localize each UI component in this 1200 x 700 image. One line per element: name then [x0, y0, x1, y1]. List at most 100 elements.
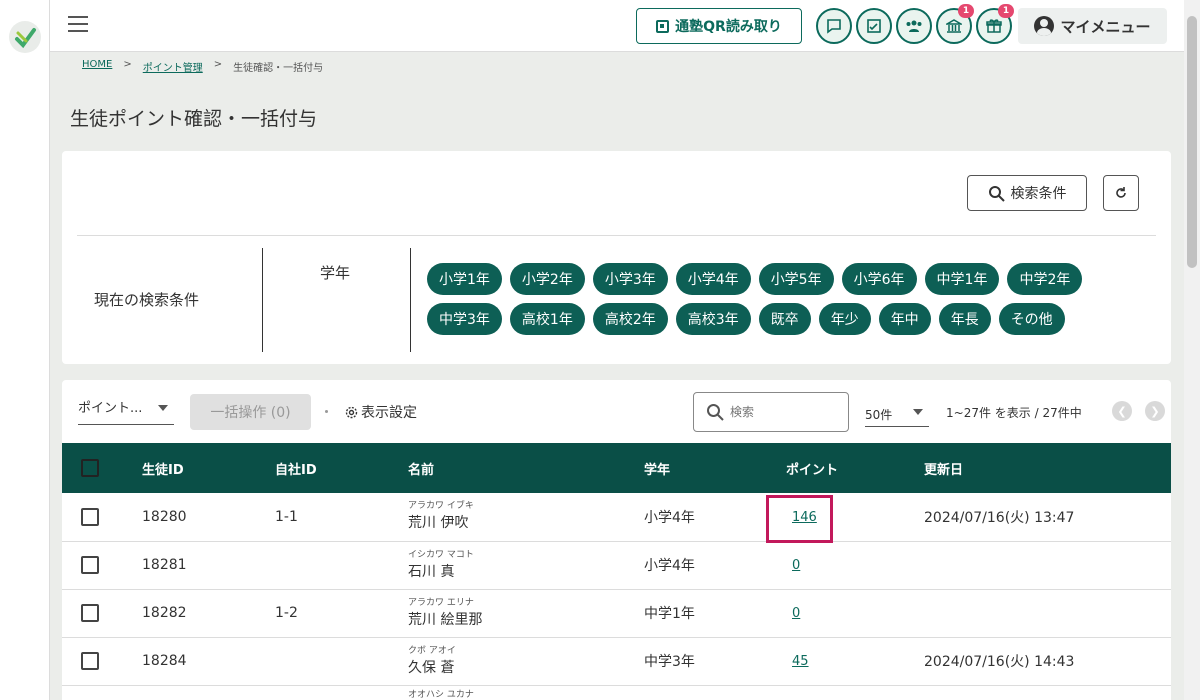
student-id-cell: 18281: [142, 557, 187, 573]
header-points[interactable]: ポイント: [771, 443, 924, 493]
qr-scan-button[interactable]: 通塾QR読み取り: [636, 8, 802, 44]
divider: [410, 248, 411, 352]
search-conditions-button[interactable]: 検索条件: [967, 175, 1087, 211]
points-link[interactable]: 146: [792, 510, 817, 525]
search-field[interactable]: [693, 392, 849, 432]
divider: [262, 248, 263, 352]
grade-chip[interactable]: 年少: [818, 303, 871, 335]
name-cell: 荒川 伊吹: [408, 515, 469, 532]
grade-chip[interactable]: 小学6年: [841, 263, 917, 295]
report-button[interactable]: [856, 8, 892, 44]
header-updated[interactable]: 更新日: [924, 443, 1171, 493]
message-button[interactable]: [816, 8, 852, 44]
grade-chip[interactable]: 年長: [938, 303, 991, 335]
points-link[interactable]: 45: [792, 654, 809, 669]
school-notice-button[interactable]: 1: [936, 4, 974, 44]
grade-chip[interactable]: 年中: [878, 303, 931, 335]
grade-chip[interactable]: 小学5年: [758, 263, 834, 295]
grade-chip[interactable]: 小学3年: [592, 263, 668, 295]
table-row: 18284 クボ アオイ 久保 蒼 中学3年 45 2024/07/16(火) 1…: [62, 637, 1171, 685]
grade-condition-label: 学年: [320, 264, 351, 282]
breadcrumb-point-admin[interactable]: ポイント管理: [143, 59, 203, 74]
points-link[interactable]: 0: [792, 606, 800, 621]
grade-chip[interactable]: 小学2年: [509, 263, 585, 295]
student-table: 生徒ID 自社ID 名前 学年 ポイント 更新日 18280 1-1 アラカワ …: [62, 443, 1171, 700]
grade-chip[interactable]: 高校3年: [675, 303, 751, 335]
bulk-action-button[interactable]: 一括操作 (0): [190, 394, 311, 430]
breadcrumb-home[interactable]: HOME: [82, 59, 112, 74]
row-checkbox[interactable]: [81, 507, 99, 526]
table-row: 18280 1-1 アラカワ イブキ 荒川 伊吹 小学4年 146 2024/07…: [62, 493, 1171, 541]
name-kana: クボ アオイ: [408, 645, 456, 656]
scrollbar-thumb[interactable]: [1187, 16, 1197, 268]
next-page-button[interactable]: ❯: [1145, 401, 1165, 421]
students-button[interactable]: [896, 8, 932, 44]
top-bar: 通塾QR読み取り 1 1 マイメニュー: [50, 0, 1184, 52]
my-menu-label: マイメニュー: [1060, 17, 1151, 36]
separator-dot: [325, 410, 328, 413]
student-id-cell: [142, 685, 275, 700]
student-id-cell: 18280: [142, 508, 187, 525]
student-list-card: ポイント... 一括操作 (0) 表示設定 50件 1~27件 を表示 / 27…: [62, 380, 1171, 700]
prev-page-button[interactable]: ❮: [1112, 401, 1132, 421]
table-row: 18282 1-2 アラカワ エリナ 荒川 絵里那 中学1年 0: [62, 589, 1171, 637]
grade-chip[interactable]: 中学2年: [1007, 263, 1083, 295]
notice-badge: 1: [958, 4, 974, 18]
per-page-select[interactable]: 50件: [865, 399, 929, 427]
grade-chip[interactable]: その他: [998, 303, 1065, 335]
company-id-cell: [275, 637, 408, 685]
page-title: 生徒ポイント確認・一括付与: [70, 108, 318, 130]
refresh-button[interactable]: [1103, 175, 1139, 211]
search-conditions-label: 検索条件: [1010, 186, 1067, 202]
header-grade[interactable]: 学年: [644, 443, 771, 493]
sidebar: [0, 0, 50, 700]
per-page-value: 50件: [865, 408, 893, 422]
header-student-id[interactable]: 生徒ID: [142, 443, 275, 493]
row-checkbox[interactable]: [81, 652, 99, 670]
row-checkbox[interactable]: [81, 556, 99, 574]
qr-scan-label: 通塾QR読み取り: [675, 19, 782, 35]
table-row: 18281 イシカワ マコト 石川 真 小学4年 0: [62, 541, 1171, 589]
point-type-select[interactable]: ポイント...: [78, 397, 174, 425]
updated-cell: 2024/07/16(火) 14:43: [924, 654, 1075, 670]
pagination-range: 1~27件 を表示 / 27件中: [946, 406, 1082, 420]
gift-button[interactable]: 1: [976, 4, 1014, 44]
display-settings-button[interactable]: 表示設定: [345, 402, 417, 422]
checklist-icon: [867, 19, 881, 33]
grade-chip[interactable]: 高校2年: [592, 303, 668, 335]
grade-chip[interactable]: 中学1年: [924, 263, 1000, 295]
my-menu-button[interactable]: マイメニュー: [1018, 8, 1167, 44]
grade-chip[interactable]: 高校1年: [509, 303, 585, 335]
app-logo[interactable]: [9, 21, 41, 53]
divider: [77, 235, 1156, 236]
points-link[interactable]: 0: [792, 558, 800, 573]
updated-cell: [924, 685, 1171, 700]
grade-chip[interactable]: 既卒: [758, 303, 811, 335]
header-company-id[interactable]: 自社ID: [275, 443, 408, 493]
chevron-left-icon: ❮: [1117, 404, 1127, 418]
page-scrollbar[interactable]: [1184, 0, 1200, 700]
breadcrumb: HOME > ポイント管理 > 生徒確認・一括付与: [82, 59, 323, 74]
gear-icon: [345, 406, 358, 418]
company-id-cell: 1-2: [275, 605, 298, 621]
dropdown-arrow-icon: [913, 409, 923, 415]
grade-chip[interactable]: 小学1年: [427, 263, 502, 295]
breadcrumb-current: 生徒確認・一括付与: [233, 63, 324, 74]
company-id-cell: [275, 685, 408, 700]
student-id-cell: 18282: [142, 605, 187, 621]
name-kana: アラカワ エリナ: [408, 597, 474, 608]
select-all-checkbox[interactable]: [81, 459, 99, 477]
grade-chip[interactable]: 小学4年: [675, 263, 751, 295]
qr-icon: [656, 19, 670, 33]
grade-chip[interactable]: 中学3年: [427, 303, 502, 335]
table-header-row: 生徒ID 自社ID 名前 学年 ポイント 更新日: [62, 443, 1171, 493]
updated-cell: [924, 541, 1171, 589]
name-cell: 石川 真: [408, 563, 455, 580]
hamburger-menu-icon[interactable]: [68, 16, 88, 34]
grade-cell: [644, 685, 771, 700]
chat-icon: [827, 19, 841, 34]
search-input[interactable]: [730, 405, 840, 419]
breadcrumb-separator: >: [123, 59, 132, 70]
row-checkbox[interactable]: [81, 604, 99, 622]
header-name[interactable]: 名前: [408, 443, 644, 493]
